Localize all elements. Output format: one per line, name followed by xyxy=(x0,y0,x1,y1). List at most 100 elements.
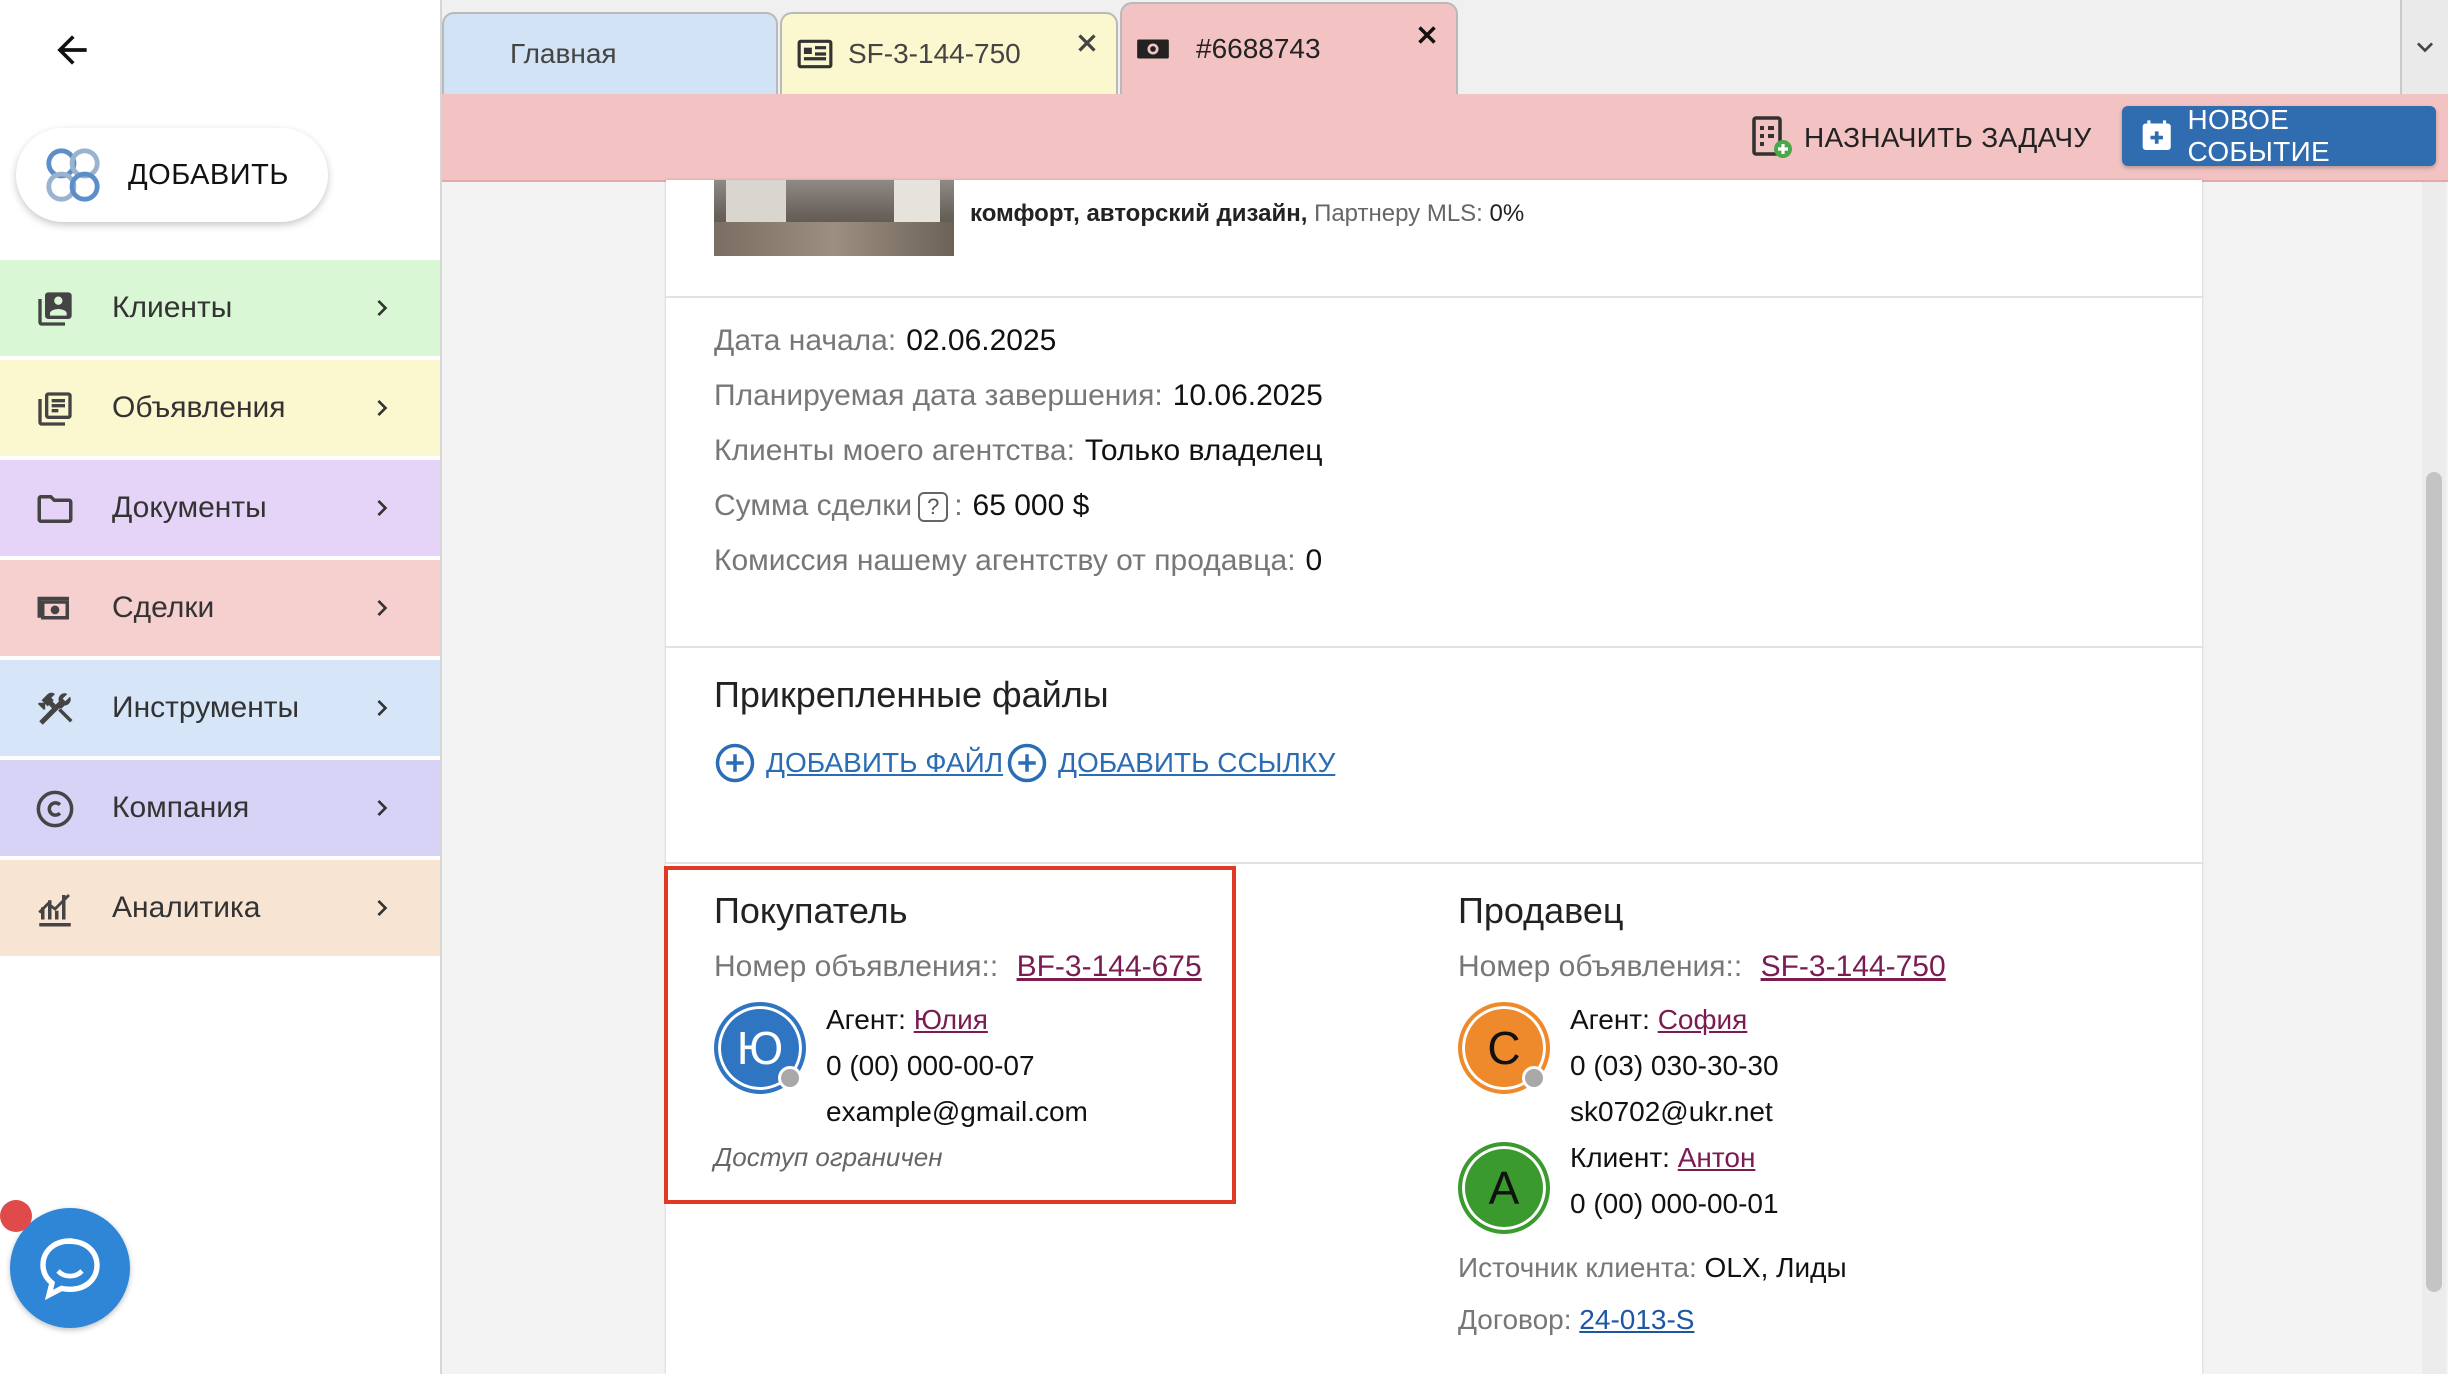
help-icon[interactable]: ? xyxy=(918,492,949,523)
listing-description: комфорт, авторский дизайн, Партнеру MLS:… xyxy=(970,200,1524,228)
chevron-right-icon xyxy=(377,600,388,616)
listing-description-text: комфорт, авторский дизайн, xyxy=(970,200,1308,227)
seller-client-link[interactable]: Антон xyxy=(1678,1142,1756,1173)
add-link-button[interactable]: ДОБАВИТЬ ССЫЛКУ xyxy=(1006,742,1335,784)
sidebar-item-analytics[interactable]: Аналитика xyxy=(0,860,440,956)
seller-agent-link[interactable]: София xyxy=(1658,1004,1748,1035)
divider xyxy=(666,646,2202,648)
action-bar: НАЗНАЧИТЬ ЗАДАЧУ НОВОЕ СОБЫТИЕ xyxy=(442,94,2448,182)
new-event-button[interactable]: НОВОЕ СОБЫТИЕ xyxy=(2122,104,2436,167)
divider xyxy=(666,862,2202,864)
listings-icon xyxy=(34,388,76,430)
seller-agent-avatar[interactable]: С xyxy=(1458,1002,1550,1094)
add-circle-icon xyxy=(715,743,755,783)
agency-clients-label: Клиенты моего агентства: xyxy=(714,434,1075,467)
commission-row: Комиссия нашему агентству от продавца: 0 xyxy=(714,544,1322,578)
tab-bar: Главная SF-3-144-750 #6688743 xyxy=(442,0,2448,94)
sidebar-item-clients[interactable]: Клиенты xyxy=(0,260,440,356)
arrow-left-icon xyxy=(57,35,87,65)
partner-mls-value: 0% xyxy=(1489,200,1525,227)
agency-clients-value: Только владелец xyxy=(1084,434,1323,467)
start-date-label: Дата начала: xyxy=(714,324,897,357)
sidebar-item-deals[interactable]: Сделки xyxy=(0,560,440,656)
sidebar-item-label: Компания xyxy=(112,791,250,824)
divider xyxy=(666,296,2202,298)
photo-floor xyxy=(714,222,954,256)
add-button[interactable]: ДОБАВИТЬ xyxy=(16,128,328,222)
tab-home[interactable]: Главная xyxy=(442,12,778,94)
start-date-row: Дата начала: 02.06.2025 xyxy=(714,324,1056,358)
sidebar-item-listings[interactable]: Объявления xyxy=(0,360,440,456)
deal-sum-label: Сумма сделки xyxy=(714,489,913,522)
commission-label: Комиссия нашему агентству от продавца: xyxy=(714,544,1296,577)
add-button-label: ДОБАВИТЬ xyxy=(128,158,289,191)
tab-deal[interactable]: #6688743 xyxy=(1120,2,1458,94)
agency-clients-row: Клиенты моего агентства: Только владелец xyxy=(714,434,1323,468)
calendar-add-icon xyxy=(2142,120,2171,151)
close-icon[interactable] xyxy=(1412,20,1442,50)
chat-bubble-icon xyxy=(40,1238,100,1301)
contract-label: Договор: xyxy=(1458,1304,1572,1335)
seller-agent-label: Агент: xyxy=(1570,1004,1650,1035)
back-button[interactable] xyxy=(44,22,100,78)
tools-icon xyxy=(34,688,76,730)
seller-agent-phone: 0 (03) 030-30-30 xyxy=(1570,1050,1779,1081)
end-date-label: Планируемая дата завершения: xyxy=(714,379,1163,412)
chat-notification-badge xyxy=(0,1200,32,1232)
scrollbar[interactable] xyxy=(2422,182,2446,1374)
sidebar-item-documents[interactable]: Документы xyxy=(0,460,440,556)
seller-client-avatar[interactable]: А xyxy=(1458,1142,1550,1234)
attached-files-title: Прикрепленные файлы xyxy=(714,674,1109,715)
copyright-icon xyxy=(34,788,76,830)
sidebar: ДОБАВИТЬ Клиенты Объявления Документы Сд… xyxy=(0,0,442,1374)
chevron-right-icon xyxy=(377,900,388,916)
sidebar-item-label: Объявления xyxy=(112,391,286,424)
seller-agent-row: Агент: София xyxy=(1570,1004,1747,1036)
seller-listing-link[interactable]: SF-3-144-750 xyxy=(1761,950,1946,983)
contacts-icon xyxy=(34,288,76,330)
sidebar-item-label: Клиенты xyxy=(112,291,233,324)
commission-value: 0 xyxy=(1305,544,1323,577)
new-event-label: НОВОЕ СОБЫТИЕ xyxy=(2187,104,2330,167)
contract-link[interactable]: 24-013-S xyxy=(1579,1304,1694,1335)
sidebar-nav: Клиенты Объявления Документы Сделки Инст… xyxy=(0,260,440,960)
end-date-row: Планируемая дата завершения: 10.06.2025 xyxy=(714,379,1323,413)
sidebar-item-company[interactable]: Компания xyxy=(0,760,440,856)
avatar-letter: А xyxy=(1488,1162,1520,1214)
start-date-value: 02.06.2025 xyxy=(906,324,1057,357)
sidebar-item-label: Документы xyxy=(112,491,267,524)
tabs-dropdown-button[interactable] xyxy=(2400,0,2448,94)
avatar-letter: С xyxy=(1487,1022,1521,1074)
tab-listing[interactable]: SF-3-144-750 xyxy=(780,12,1118,94)
money-icon xyxy=(34,588,76,630)
assign-task-button[interactable]: НАЗНАЧИТЬ ЗАДАЧУ xyxy=(1748,110,2091,166)
client-source-row: Источник клиента: OLX, Лиды xyxy=(1458,1252,1847,1284)
scrollbar-thumb[interactable] xyxy=(2426,472,2442,1292)
chevron-right-icon xyxy=(377,400,388,416)
seller-client-phone: 0 (00) 000-00-01 xyxy=(1570,1188,1779,1219)
sidebar-item-tools[interactable]: Инструменты xyxy=(0,660,440,756)
chevron-right-icon xyxy=(377,500,388,516)
buyer-highlight-frame xyxy=(664,866,1236,1204)
tab-label: Главная xyxy=(510,38,617,69)
seller-client-row: Клиент: Антон xyxy=(1570,1142,1755,1174)
sidebar-item-label: Инструменты xyxy=(112,691,300,724)
seller-listing-label: Номер объявления:: xyxy=(1458,950,1743,983)
partner-mls-label: Партнеру MLS: xyxy=(1314,200,1483,227)
analytics-icon xyxy=(34,888,76,930)
add-file-button[interactable]: ДОБАВИТЬ ФАЙЛ xyxy=(714,742,1003,784)
status-indicator xyxy=(1522,1066,1546,1090)
close-icon[interactable] xyxy=(1072,28,1102,58)
photo-wall xyxy=(726,180,786,224)
tab-label: #6688743 xyxy=(1196,33,1321,64)
add-link-label: ДОБАВИТЬ ССЫЛКУ xyxy=(1058,747,1336,778)
add-logo-icon xyxy=(46,148,100,202)
folder-icon xyxy=(34,488,76,530)
listing-photo[interactable] xyxy=(714,180,954,256)
deal-sum-colon: : xyxy=(954,489,963,522)
chevron-down-icon xyxy=(2417,42,2433,53)
money-icon xyxy=(1137,39,1169,59)
client-source-value: OLX, Лиды xyxy=(1704,1252,1847,1283)
add-circle-icon xyxy=(1007,743,1047,783)
tab-label: SF-3-144-750 xyxy=(848,38,1021,69)
